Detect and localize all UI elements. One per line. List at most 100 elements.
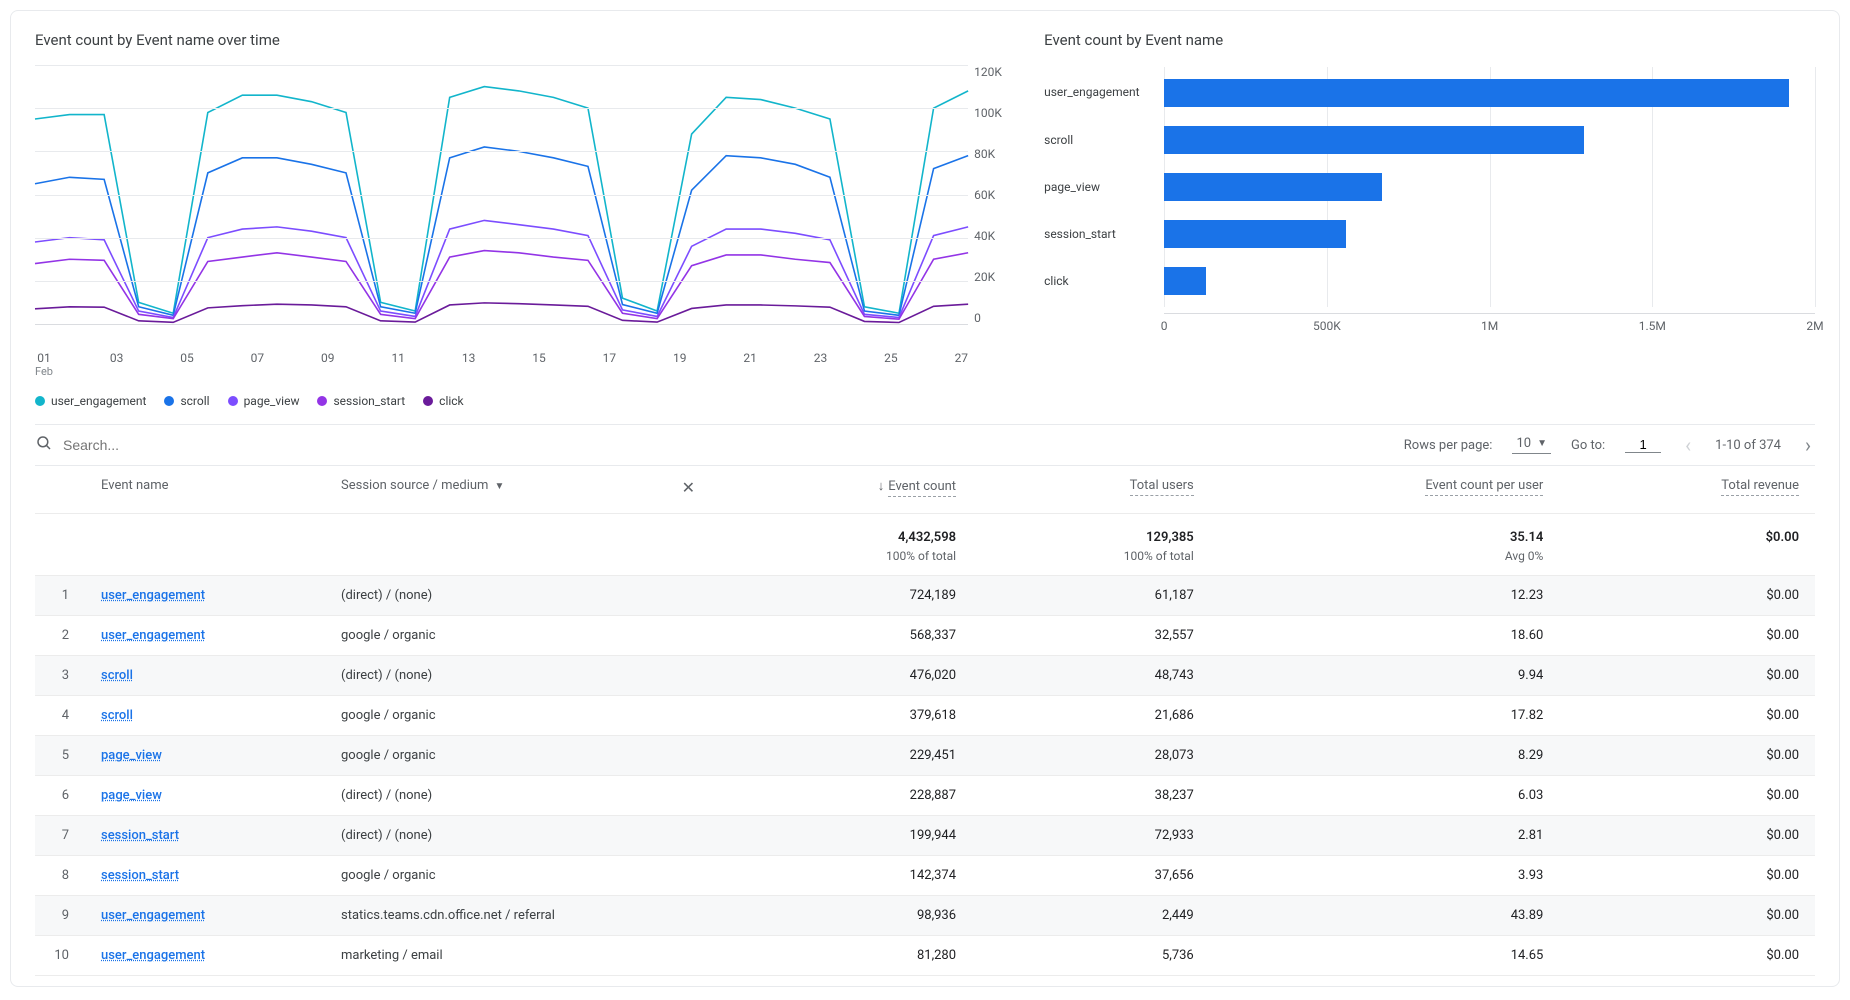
row-index: 6: [35, 776, 85, 816]
table-row[interactable]: 9 user_engagement statics.teams.cdn.office…: [35, 896, 1815, 936]
chevron-down-icon: ▼: [494, 481, 504, 492]
table-row[interactable]: 1user_engagement(direct) / (none)724,189…: [35, 576, 1815, 616]
source-cell: google / organic: [325, 616, 715, 656]
legend-item[interactable]: user_engagement: [35, 394, 146, 408]
row-index: 7: [35, 816, 85, 856]
count-cell: 229,451: [715, 736, 972, 776]
col-event-count-per-user[interactable]: Event count per user: [1210, 466, 1560, 514]
source-cell: (direct) / (none): [325, 576, 715, 616]
table-row[interactable]: 3scroll(direct) / (none)476,02048,7439.9…: [35, 656, 1815, 696]
row-index: 1: [35, 576, 85, 616]
event-link[interactable]: user_engagement: [101, 908, 205, 923]
peruser-cell: 9.94: [1210, 656, 1560, 696]
table-row[interactable]: 4scrollgoogle / organic379,61821,68617.8…: [35, 696, 1815, 736]
users-cell: 72,933: [972, 816, 1210, 856]
peruser-cell: 2.81: [1210, 816, 1560, 856]
count-cell: 199,944: [715, 816, 972, 856]
users-cell: 21,686: [972, 696, 1210, 736]
table-row[interactable]: 6 page_view (direct) / (none)228,88738,237…: [35, 776, 1815, 816]
users-cell: 32,557: [972, 616, 1210, 656]
source-cell: google / organic: [325, 856, 715, 896]
event-link[interactable]: session_start: [101, 868, 179, 883]
peruser-cell: 3.93: [1210, 856, 1560, 896]
bar-chart-card: Event count by Event name user_engagemen…: [1044, 31, 1815, 408]
table-toolbar: Rows per page: 10 ▼ Go to: ‹ 1-10 of 374…: [35, 424, 1815, 466]
chevron-down-icon: ▼: [1537, 438, 1547, 449]
col-event-name[interactable]: Event name: [85, 466, 325, 514]
event-link[interactable]: user_engagement: [101, 628, 205, 643]
table-row[interactable]: 5page_viewgoogle / organic229,45128,0738…: [35, 736, 1815, 776]
source-cell: statics.teams.cdn.office.net / referral: [325, 896, 715, 936]
bar-row[interactable]: page_view: [1044, 167, 1815, 207]
revenue-cell: $0.00: [1559, 896, 1815, 936]
table-row[interactable]: 2user_engagementgoogle / organic568,3373…: [35, 616, 1815, 656]
peruser-cell: 18.60: [1210, 616, 1560, 656]
event-link[interactable]: user_engagement: [101, 588, 205, 603]
bar-row[interactable]: user_engagement: [1044, 73, 1815, 113]
table-row[interactable]: 10user_engagementmarketing / email81,280…: [35, 936, 1815, 976]
bar-row[interactable]: click: [1044, 261, 1815, 301]
col-total-users[interactable]: Total users: [972, 466, 1210, 514]
legend-item[interactable]: session_start: [317, 394, 405, 408]
revenue-cell: $0.00: [1559, 856, 1815, 896]
users-cell: 61,187: [972, 576, 1210, 616]
event-link[interactable]: page_view: [101, 748, 162, 763]
bar-row[interactable]: session_start: [1044, 214, 1815, 254]
row-index: 8: [35, 856, 85, 896]
count-cell: 81,280: [715, 936, 972, 976]
table-header-row: Event name Session source / medium▼ ✕ ↓E…: [35, 466, 1815, 514]
line-chart-legend: user_engagement scroll page_view session_st…: [35, 394, 1016, 408]
report-container: Event count by Event name over time 120K…: [10, 10, 1840, 987]
col-total-revenue[interactable]: Total revenue: [1559, 466, 1815, 514]
count-cell: 228,887: [715, 776, 972, 816]
legend-item[interactable]: click: [423, 394, 463, 408]
line-chart-xaxis: 01Feb03050709111315171921232527: [35, 351, 968, 378]
legend-item[interactable]: scroll: [164, 394, 209, 408]
col-source-medium[interactable]: Session source / medium▼ ✕: [325, 466, 715, 514]
source-cell: (direct) / (none): [325, 816, 715, 856]
bar-chart[interactable]: user_engagementscroll page_view session_st…: [1044, 65, 1815, 305]
line-chart-yaxis: 120K100K80K60K40K20K0: [968, 65, 1016, 325]
row-index: 10: [35, 936, 85, 976]
event-link[interactable]: page_view: [101, 788, 162, 803]
rows-per-page-select[interactable]: 10 ▼: [1512, 436, 1551, 454]
row-index: 9: [35, 896, 85, 936]
users-cell: 48,743: [972, 656, 1210, 696]
source-cell: (direct) / (none): [325, 776, 715, 816]
event-link[interactable]: scroll: [101, 668, 133, 683]
event-link[interactable]: scroll: [101, 708, 133, 723]
users-cell: 2,449: [972, 896, 1210, 936]
revenue-cell: $0.00: [1559, 576, 1815, 616]
users-cell: 5,736: [972, 936, 1210, 976]
peruser-cell: 43.89: [1210, 896, 1560, 936]
table-row[interactable]: 7 session_start (direct) / (none)199,94472…: [35, 816, 1815, 856]
line-chart[interactable]: 120K100K80K60K40K20K0: [35, 65, 1016, 345]
event-link[interactable]: session_start: [101, 828, 179, 843]
rows-per-page-label: Rows per page:: [1404, 438, 1493, 453]
peruser-cell: 14.65: [1210, 936, 1560, 976]
clear-dimension-button[interactable]: ✕: [668, 478, 709, 497]
revenue-cell: $0.00: [1559, 656, 1815, 696]
peruser-cell: 12.23: [1210, 576, 1560, 616]
search-input[interactable]: [63, 437, 1404, 453]
legend-item[interactable]: page_view: [228, 394, 300, 408]
rows-per-page-value: 10: [1516, 436, 1531, 451]
row-index: 3: [35, 656, 85, 696]
bar-row[interactable]: scroll: [1044, 120, 1815, 160]
table-totals-sub-row: 100% of total 100% of total Avg 0%: [35, 549, 1815, 576]
count-cell: 379,618: [715, 696, 972, 736]
row-index: 2: [35, 616, 85, 656]
prev-page-button[interactable]: ‹: [1681, 433, 1695, 457]
line-chart-title: Event count by Event name over time: [35, 31, 1016, 49]
source-cell: google / organic: [325, 696, 715, 736]
table-row[interactable]: 8session_startgoogle / organic142,37437,…: [35, 856, 1815, 896]
revenue-cell: $0.00: [1559, 696, 1815, 736]
event-link[interactable]: user_engagement: [101, 948, 205, 963]
next-page-button[interactable]: ›: [1801, 433, 1815, 457]
users-cell: 38,237: [972, 776, 1210, 816]
goto-input[interactable]: [1625, 437, 1661, 453]
count-cell: 98,936: [715, 896, 972, 936]
col-event-count[interactable]: ↓Event count: [715, 466, 972, 514]
line-chart-card: Event count by Event name over time 120K…: [35, 31, 1016, 408]
peruser-cell: 8.29: [1210, 736, 1560, 776]
